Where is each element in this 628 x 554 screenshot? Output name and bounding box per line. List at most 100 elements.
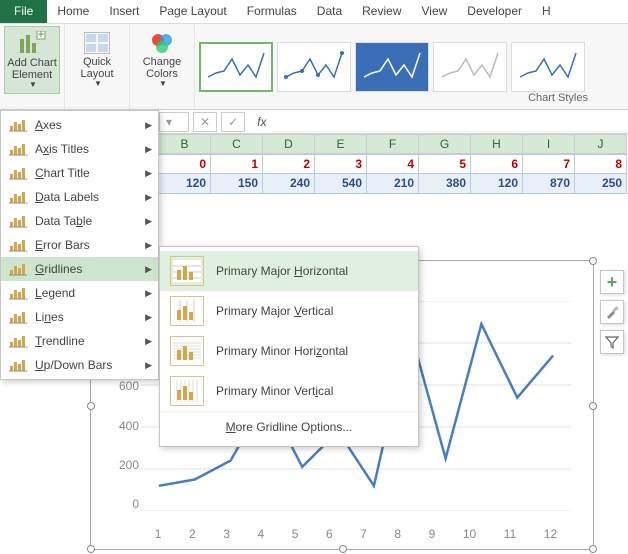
column-header[interactable]: D bbox=[263, 134, 315, 154]
chart-style-5[interactable] bbox=[511, 42, 585, 92]
column-header[interactable]: I bbox=[523, 134, 575, 154]
quick-layout-button[interactable]: Quick Layout▼ bbox=[69, 26, 125, 94]
menu-gridlines[interactable]: Gridlines▶ bbox=[1, 257, 158, 281]
menu-data-table[interactable]: Data Table▶ bbox=[1, 209, 158, 233]
cell[interactable]: 240 bbox=[263, 174, 315, 194]
chevron-right-icon: ▶ bbox=[145, 144, 152, 155]
chevron-right-icon: ▶ bbox=[145, 312, 152, 323]
resize-handle[interactable] bbox=[589, 257, 597, 265]
tab-h[interactable]: H bbox=[532, 0, 561, 23]
gridline-option[interactable]: Primary Major Horizontal bbox=[160, 251, 418, 291]
menu-label: Legend bbox=[35, 286, 145, 300]
enter-button[interactable]: ✓ bbox=[221, 112, 245, 132]
menu-lines[interactable]: Lines▶ bbox=[1, 305, 158, 329]
menu-label: Gridlines bbox=[35, 262, 145, 276]
x-tick: 2 bbox=[189, 527, 196, 541]
chart-filters-button[interactable] bbox=[600, 330, 624, 354]
tab-developer[interactable]: Developer bbox=[457, 0, 532, 23]
menu-axis-titles[interactable]: Axis Titles▶ bbox=[1, 137, 158, 161]
gridline-label: Primary Major Vertical bbox=[216, 304, 333, 318]
cancel-button[interactable]: ✕ bbox=[193, 112, 217, 132]
x-tick: 8 bbox=[394, 527, 401, 541]
resize-handle[interactable] bbox=[87, 402, 95, 410]
resize-handle[interactable] bbox=[339, 545, 347, 553]
menu-icon bbox=[7, 260, 29, 278]
column-header[interactable]: H bbox=[471, 134, 523, 154]
more-gridline-options[interactable]: More Gridline Options... bbox=[160, 411, 418, 442]
gridline-option[interactable]: Primary Minor Horizontal bbox=[160, 331, 418, 371]
tab-insert[interactable]: Insert bbox=[99, 0, 149, 23]
chart-styles-button[interactable] bbox=[600, 300, 624, 324]
cell[interactable]: 5 bbox=[419, 154, 471, 174]
x-tick: 11 bbox=[504, 527, 516, 541]
add-chart-element-button[interactable]: + Add Chart Element▼ bbox=[4, 26, 60, 94]
menu-label: Up/Down Bars bbox=[35, 358, 145, 372]
chart-style-3[interactable] bbox=[355, 42, 429, 92]
y-tick: 600 bbox=[119, 379, 139, 393]
fx-icon[interactable]: fx bbox=[249, 115, 274, 129]
cell[interactable]: 380 bbox=[419, 174, 471, 194]
cell[interactable]: 7 bbox=[523, 154, 575, 174]
add-chart-element-label: Add Chart Element bbox=[7, 57, 57, 81]
chevron-right-icon: ▶ bbox=[145, 168, 152, 179]
menu-icon bbox=[7, 164, 29, 182]
x-tick: 4 bbox=[257, 527, 264, 541]
change-colors-button[interactable]: Change Colors▼ bbox=[134, 26, 190, 94]
chart-style-1[interactable] bbox=[199, 42, 273, 92]
column-header[interactable]: G bbox=[419, 134, 471, 154]
chevron-right-icon: ▶ bbox=[145, 288, 152, 299]
chart-style-2[interactable] bbox=[277, 42, 351, 92]
cell[interactable]: 3 bbox=[315, 154, 367, 174]
menu-trendline[interactable]: Trendline▶ bbox=[1, 329, 158, 353]
chart-style-4[interactable] bbox=[433, 42, 507, 92]
cell[interactable]: 1 bbox=[211, 154, 263, 174]
x-tick: 12 bbox=[544, 527, 557, 541]
name-box[interactable]: ▾ bbox=[159, 112, 189, 132]
cell[interactable]: 210 bbox=[367, 174, 419, 194]
resize-handle[interactable] bbox=[589, 402, 597, 410]
cell[interactable]: 2 bbox=[263, 154, 315, 174]
y-tick: 0 bbox=[132, 497, 139, 511]
menu-error-bars[interactable]: Error Bars▶ bbox=[1, 233, 158, 257]
cell[interactable]: 250 bbox=[575, 174, 627, 194]
tab-review[interactable]: Review bbox=[352, 0, 411, 23]
menu-label: Error Bars bbox=[35, 238, 145, 252]
gridline-option[interactable]: Primary Major Vertical bbox=[160, 291, 418, 331]
tab-home[interactable]: Home bbox=[47, 0, 99, 23]
cell[interactable]: 0 bbox=[159, 154, 211, 174]
gridline-icon bbox=[170, 256, 204, 286]
formula-input[interactable] bbox=[274, 112, 628, 132]
cell[interactable]: 6 bbox=[471, 154, 523, 174]
column-header[interactable]: J bbox=[575, 134, 627, 154]
chevron-right-icon: ▶ bbox=[145, 360, 152, 371]
tab-data[interactable]: Data bbox=[307, 0, 352, 23]
cell[interactable]: 8 bbox=[575, 154, 627, 174]
menu-icon bbox=[7, 212, 29, 230]
column-header[interactable]: C bbox=[211, 134, 263, 154]
cell[interactable]: 150 bbox=[211, 174, 263, 194]
file-tab[interactable]: File bbox=[0, 0, 47, 23]
x-tick: 7 bbox=[360, 527, 367, 541]
change-colors-icon bbox=[150, 32, 174, 54]
menu-legend[interactable]: Legend▶ bbox=[1, 281, 158, 305]
tab-formulas[interactable]: Formulas bbox=[237, 0, 307, 23]
menu-icon bbox=[7, 332, 29, 350]
cell[interactable]: 4 bbox=[367, 154, 419, 174]
column-header[interactable]: E bbox=[315, 134, 367, 154]
tab-view[interactable]: View bbox=[412, 0, 458, 23]
resize-handle[interactable] bbox=[589, 545, 597, 553]
column-header[interactable]: B bbox=[159, 134, 211, 154]
menu-data-labels[interactable]: Data Labels▶ bbox=[1, 185, 158, 209]
cell[interactable]: 120 bbox=[159, 174, 211, 194]
resize-handle[interactable] bbox=[87, 545, 95, 553]
cell[interactable]: 540 bbox=[315, 174, 367, 194]
gridline-option[interactable]: Primary Minor Vertical bbox=[160, 371, 418, 411]
menu-chart-title[interactable]: Chart Title▶ bbox=[1, 161, 158, 185]
column-header[interactable]: F bbox=[367, 134, 419, 154]
cell[interactable]: 120 bbox=[471, 174, 523, 194]
chart-elements-button[interactable]: + bbox=[600, 270, 624, 294]
tab-page-layout[interactable]: Page Layout bbox=[149, 0, 236, 23]
cell[interactable]: 870 bbox=[523, 174, 575, 194]
menu-axes[interactable]: Axes▶ bbox=[1, 113, 158, 137]
menu-up-down-bars[interactable]: Up/Down Bars▶ bbox=[1, 353, 158, 377]
